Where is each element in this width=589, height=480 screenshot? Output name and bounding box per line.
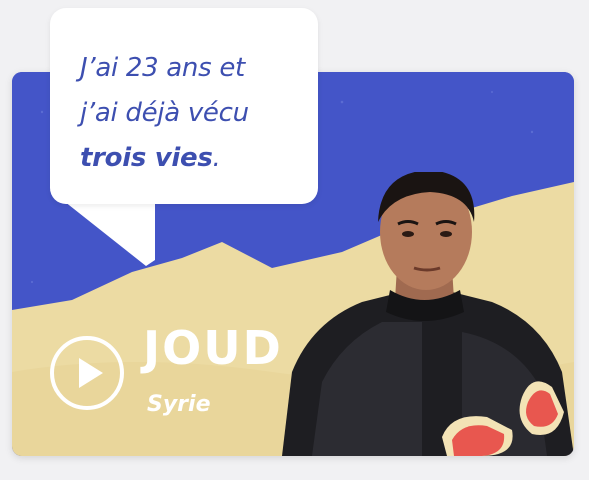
play-button[interactable] (50, 336, 124, 410)
play-icon (79, 358, 103, 388)
person-country: Syrie (147, 392, 211, 417)
person-name: JOUD (143, 321, 283, 375)
quote-text: J’ai 23 ans et j’ai déjà vécu trois vies… (80, 46, 294, 181)
quote-line-1: J’ai 23 ans et (80, 53, 245, 83)
quote-end: . (212, 143, 221, 173)
quote-emphasis: trois vies (80, 143, 213, 173)
quote-line-2: j’ai déjà vécu (80, 98, 249, 128)
speech-bubble: J’ai 23 ans et j’ai déjà vécu trois vies… (50, 8, 318, 204)
person-photo (282, 172, 574, 456)
